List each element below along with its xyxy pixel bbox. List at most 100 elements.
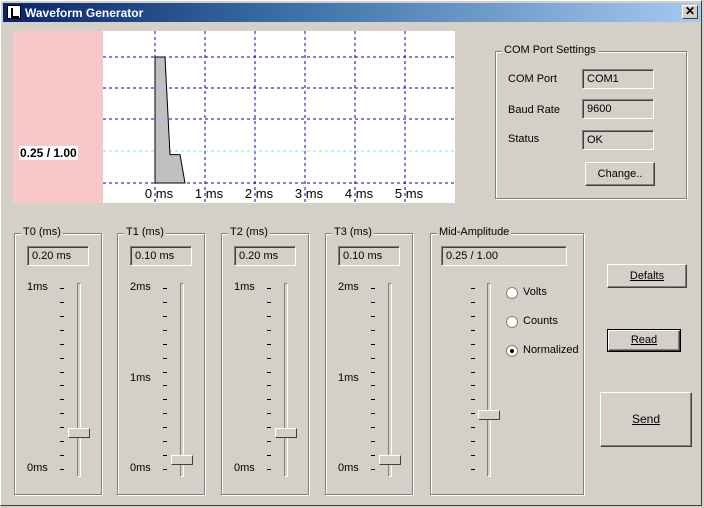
app-icon	[7, 5, 21, 19]
waveform-plot: 0 ms 1 ms 2 ms 3 ms 4 ms 5 ms	[13, 31, 455, 203]
slider-tick	[163, 399, 167, 401]
defaults-button[interactable]: Defalts	[607, 264, 687, 288]
slider-t3-scale-top: 2ms	[338, 281, 359, 293]
slider-tick	[267, 441, 271, 443]
slider-tick	[267, 413, 271, 415]
slider-tick	[371, 301, 375, 303]
slider-tick	[371, 399, 375, 401]
slider-tick	[60, 371, 64, 373]
slider-tick	[163, 315, 167, 317]
slider-tick	[163, 288, 167, 289]
title-bar[interactable]: Waveform Generator ✕	[3, 3, 701, 22]
status-field: OK	[582, 130, 654, 150]
slider-t2-thumb[interactable]	[275, 427, 297, 438]
mid-slider-tick	[471, 343, 475, 345]
mid-slider-tick	[471, 385, 475, 387]
slider-tick	[371, 385, 375, 387]
slider-tick	[163, 301, 167, 303]
slider-tick	[163, 413, 167, 415]
slider-tick	[267, 455, 271, 457]
slider-t1-track[interactable]	[180, 283, 184, 477]
mid-slider-tick	[471, 399, 475, 401]
mid-slider-track[interactable]	[487, 283, 491, 477]
radio-counts-label[interactable]: Counts	[523, 315, 558, 327]
slider-t0-track[interactable]	[77, 283, 81, 477]
mid-slider-tick	[471, 288, 475, 289]
slider-tick	[267, 329, 271, 331]
slider-t3-scale-mid: 1ms	[338, 371, 359, 384]
radio-counts[interactable]	[506, 316, 518, 328]
slider-tick	[267, 343, 271, 345]
radio-volts-label[interactable]: Volts	[523, 286, 547, 298]
window-title: Waveform Generator	[25, 6, 144, 20]
slider-tick	[163, 357, 167, 359]
slider-t0-label: T0 (ms)	[21, 226, 63, 238]
read-button[interactable]: Read	[607, 329, 681, 352]
slider-tick	[371, 343, 375, 345]
slider-t2-track[interactable]	[284, 283, 288, 477]
slider-t2-scale-bottom: 0ms	[234, 462, 255, 474]
slider-tick	[371, 288, 375, 289]
defaults-button-label: Defalts	[629, 270, 665, 282]
slider-tick	[371, 427, 375, 429]
radio-normalized[interactable]	[506, 345, 518, 357]
mid-slider-tick	[471, 357, 475, 359]
com-port-label: COM Port	[508, 73, 557, 85]
x-tick-label: 2 ms	[245, 186, 274, 201]
radio-normalized-label[interactable]: Normalized	[523, 344, 579, 356]
mid-slider-tick	[471, 455, 475, 457]
x-tick-label: 0 ms	[145, 186, 174, 201]
slider-t1-thumb[interactable]	[171, 454, 193, 465]
slider-t3-value-field: 0.10 ms	[338, 246, 400, 266]
mid-amplitude-field: 0.25 / 1.00	[441, 246, 567, 266]
slider-tick	[163, 371, 167, 373]
slider-tick	[60, 357, 64, 359]
mid-slider-thumb[interactable]	[478, 409, 500, 420]
com-port-field[interactable]: COM1	[582, 69, 654, 89]
slider-tick	[371, 455, 375, 457]
slider-tick	[267, 301, 271, 303]
com-port-group-title: COM Port Settings	[502, 44, 598, 56]
slider-tick	[60, 343, 64, 345]
slider-tick	[371, 357, 375, 359]
slider-tick	[60, 469, 64, 470]
slider-t3-thumb[interactable]	[379, 454, 401, 465]
close-button[interactable]: ✕	[682, 5, 698, 19]
mid-slider-tick	[471, 427, 475, 429]
slider-tick	[60, 301, 64, 303]
slider-t1-scale-mid: 1ms	[130, 371, 151, 384]
mid-slider-tick	[471, 413, 475, 415]
slider-tick	[267, 288, 271, 289]
baud-rate-label: Baud Rate	[508, 104, 560, 116]
slider-tick	[371, 315, 375, 317]
slider-tick	[163, 455, 167, 457]
slider-t3-track[interactable]	[388, 283, 392, 477]
radio-volts[interactable]	[506, 287, 518, 299]
mid-slider-tick	[471, 329, 475, 331]
mid-slider-tick	[471, 301, 475, 303]
slider-tick	[267, 427, 271, 429]
slider-t3-label: T3 (ms)	[332, 226, 374, 238]
slider-tick	[60, 413, 64, 415]
amplitude-readout: 0.25 / 1.00	[19, 146, 78, 160]
slider-tick	[371, 441, 375, 443]
slider-t0-scale-top: 1ms	[27, 281, 48, 293]
baud-rate-field[interactable]: 9600	[582, 99, 654, 119]
slider-tick	[163, 343, 167, 345]
slider-tick	[267, 357, 271, 359]
slider-t0-thumb[interactable]	[68, 427, 90, 438]
slider-tick	[60, 455, 64, 457]
slider-tick	[163, 469, 167, 470]
slider-tick	[371, 371, 375, 373]
send-button-label: Send	[631, 412, 661, 426]
slider-tick	[371, 329, 375, 331]
x-tick-label: 3 ms	[295, 186, 324, 201]
mid-slider-tick	[471, 441, 475, 443]
slider-group-t0: T0 (ms)	[14, 226, 102, 495]
slider-tick	[267, 371, 271, 373]
slider-t1-scale-bottom: 0ms	[130, 462, 151, 474]
send-button[interactable]: Send	[600, 392, 692, 447]
change-button[interactable]: Change..	[585, 162, 655, 186]
slider-t1-value-field: 0.10 ms	[130, 246, 192, 266]
slider-t0-scale-bottom: 0ms	[27, 462, 48, 474]
